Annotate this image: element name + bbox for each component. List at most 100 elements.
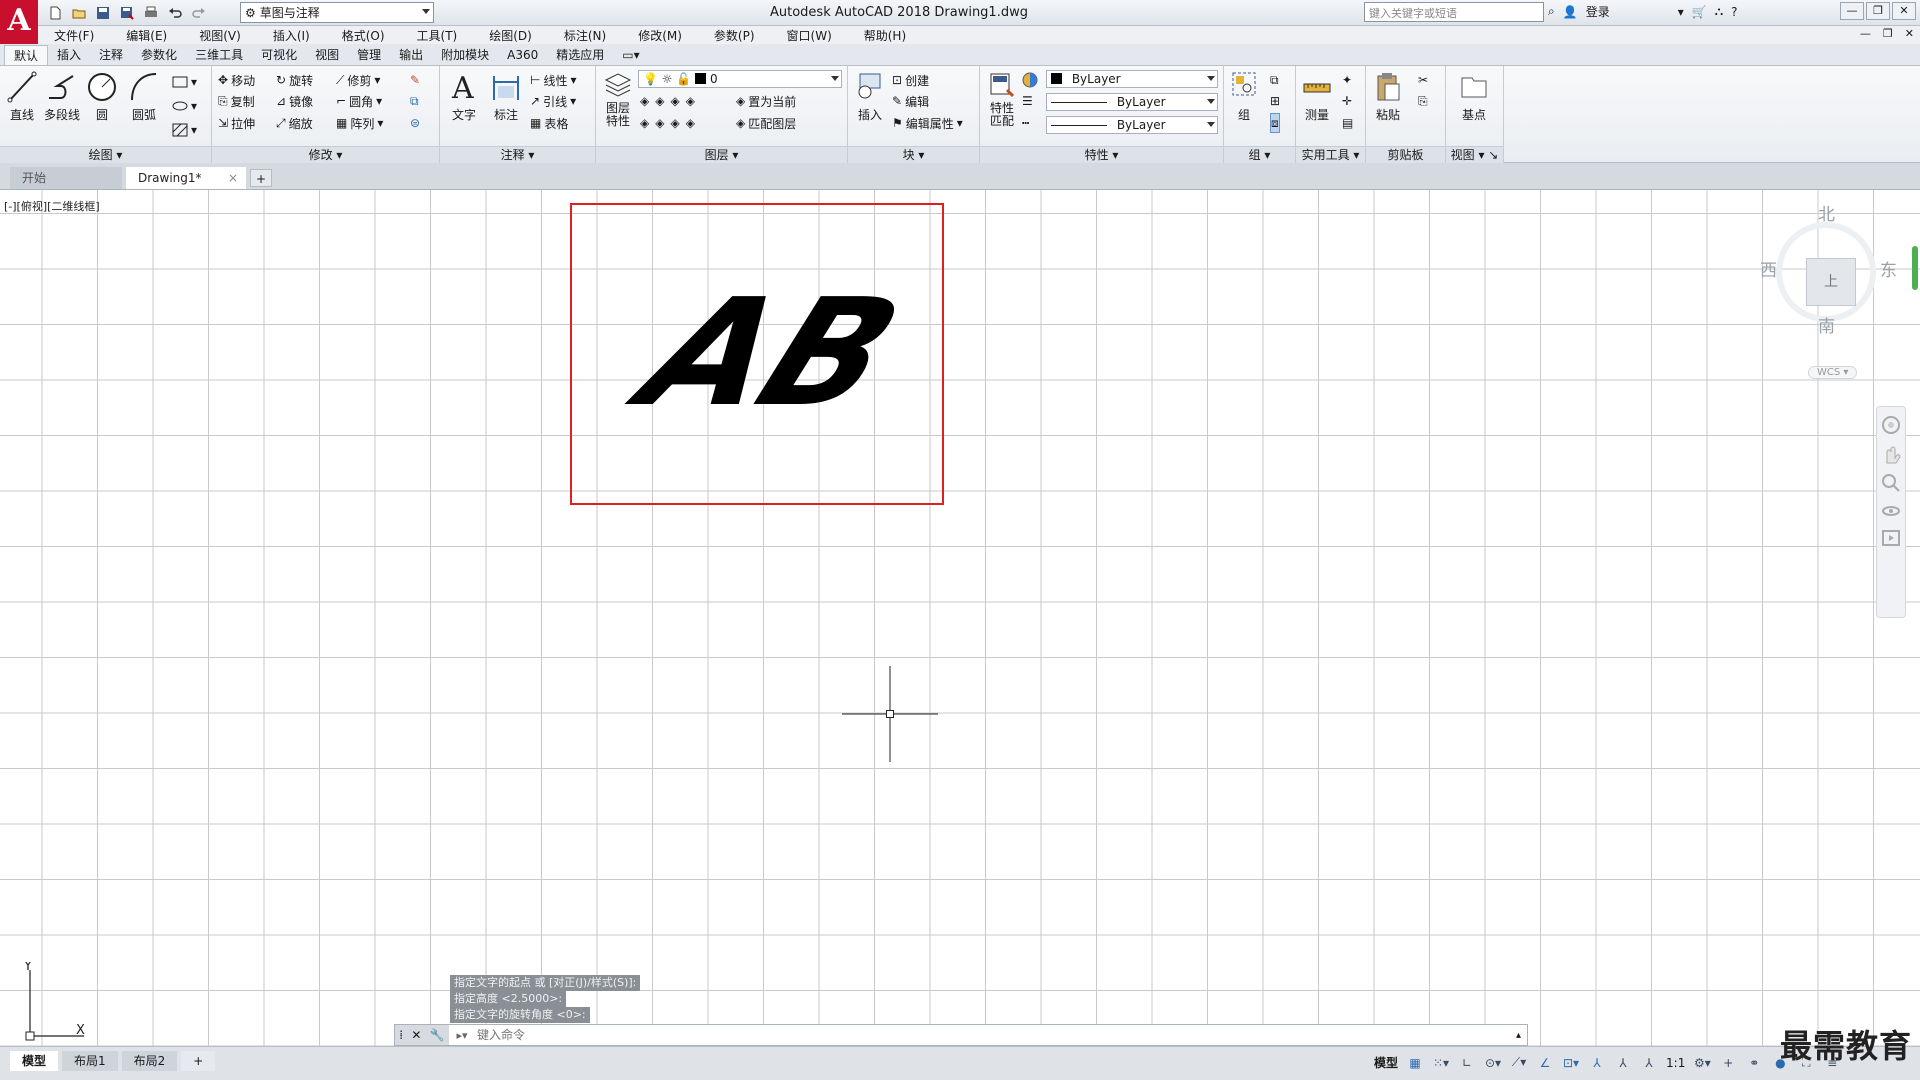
base-view-button[interactable]: 基点 [1454,70,1494,123]
color-wheel-icon[interactable] [1022,70,1038,90]
mirror-button[interactable]: ⊿ 镜像 [276,91,313,111]
create-block-button[interactable]: ⊡ 创建 [892,70,929,90]
save-icon[interactable] [94,4,112,22]
new-tab-button[interactable]: + [250,169,272,187]
edit-block-button[interactable]: ✎ 编辑 [892,91,929,111]
menu-edit[interactable]: 编辑(E) [110,27,183,44]
save-as-icon[interactable] [118,4,136,22]
binoculars-icon[interactable]: ⌕ [1548,4,1555,19]
quick-select-icon[interactable]: ✦ [1342,70,1352,90]
erase-button[interactable]: ✎ [410,70,420,90]
color-select[interactable]: ByLayer [1046,70,1218,88]
scale-button[interactable]: ⤢ 缩放 [276,113,313,133]
tab-addins[interactable]: 附加模块 [432,45,498,65]
trim-button[interactable]: ⟋ 修剪 ▾ [336,70,380,90]
search-input[interactable]: 键入关键字或短语 [1364,2,1544,22]
copy-clip-icon[interactable]: ⎘ [1418,91,1428,111]
doc-minimize-button[interactable]: — [1860,27,1871,40]
polar-icon[interactable]: ⊙▾ [1484,1055,1502,1071]
layer-lock-icon[interactable]: ◈ [686,94,695,108]
linear-dim-button[interactable]: ⊢ 线性 ▾ [530,70,577,90]
compass-west[interactable]: 西 [1760,256,1777,281]
login-button[interactable]: 登录 [1586,3,1610,20]
layer-off-icon[interactable]: ◈ [640,94,649,108]
viewcube-top-face[interactable]: 上 [1806,258,1856,306]
panel-block-title[interactable]: 块 ▾ [848,146,979,163]
tab-3d-tools[interactable]: 三维工具 [186,45,252,65]
tab-layout1[interactable]: 布局1 [62,1051,118,1071]
model-space-button[interactable]: 模型 [1374,1054,1398,1071]
pan-hand-icon[interactable] [1881,443,1901,465]
tab-start[interactable]: 开始 [10,167,122,189]
tab-insert[interactable]: 插入 [48,45,90,65]
redo-icon[interactable] [190,4,208,22]
steering-wheel-icon[interactable] [1881,415,1901,435]
line-tool-button[interactable]: 直线 [2,70,42,123]
move-button[interactable]: ✥ 移动 [218,70,255,90]
hatch-tool-button[interactable]: ▾ [172,120,197,140]
tab-a360[interactable]: A360 [498,45,547,65]
layer-unisolate-icon[interactable]: ◈ [655,116,664,130]
menu-dimension[interactable]: 标注(N) [548,27,622,44]
menu-tools[interactable]: 工具(T) [401,27,474,44]
auto-scale-icon[interactable]: ⅄ [1614,1055,1632,1071]
group-edit-icon[interactable]: ⊞ [1270,91,1280,111]
user-icon[interactable]: 👤 [1563,5,1578,19]
isodraft-icon[interactable]: ⟋▾ [1510,1055,1528,1071]
tab-annotate[interactable]: 注释 [90,45,132,65]
undo-icon[interactable] [166,4,184,22]
layer-isolate-icon[interactable]: ◈ [655,94,664,108]
lineweight-select[interactable]: ByLayer [1046,116,1218,134]
tab-layout2[interactable]: 布局2 [121,1051,178,1071]
menu-format[interactable]: 格式(O) [326,27,401,44]
orbit-icon[interactable] [1881,501,1901,521]
menu-window[interactable]: 窗口(W) [771,27,848,44]
grip-icon[interactable]: ⁞ [399,1028,403,1042]
panel-clipboard-title[interactable]: 剪贴板 [1366,146,1445,163]
menu-parametric[interactable]: 参数(P) [698,27,771,44]
tab-visualize[interactable]: 可视化 [252,45,306,65]
measure-button[interactable]: 测量 [1298,70,1336,123]
drawing-text[interactable]: AB [594,282,914,422]
tab-featured-apps[interactable]: 精选应用 [547,45,613,65]
panel-annotation-title[interactable]: 注释 ▾ [440,146,595,163]
close-tab-icon[interactable]: × [228,167,238,189]
annotation-scale-icon[interactable]: ⅄ [1640,1055,1658,1071]
tab-model[interactable]: 模型 [10,1051,59,1071]
tab-drawing1[interactable]: Drawing1* × [126,167,246,189]
linetype-icon[interactable]: ┅ [1022,113,1029,133]
compass-east[interactable]: 东 [1880,256,1897,281]
ortho-icon[interactable]: ∟ [1458,1055,1476,1071]
table-button[interactable]: ▦ 表格 [530,113,568,133]
ribbon-options-icon[interactable]: ▭▾ [613,45,648,65]
drawing-canvas[interactable]: [-][俯视][二维线框] AB 北 南 东 西 上 WCS ▾ Y X 指定文… [0,190,1920,1046]
wrench-icon[interactable]: 🔧 [430,1028,445,1042]
fillet-button[interactable]: ⌐ 圆角 ▾ [336,91,382,111]
group-button[interactable]: 组 [1226,70,1262,123]
group-select-toggle-icon[interactable]: ⧈ [1270,113,1280,133]
workspace-select[interactable]: ⚙ 草图与注释 [240,2,434,23]
command-input[interactable] [475,1027,1375,1043]
edit-attributes-button[interactable]: ⚑ 编辑属性 ▾ [892,113,963,133]
insert-block-button[interactable]: 插入 [850,70,890,123]
tab-manage[interactable]: 管理 [348,45,390,65]
workspace-gear-icon[interactable]: ⚙▾ [1693,1055,1711,1071]
object-snap-icon[interactable]: ⊡▾ [1562,1055,1580,1071]
command-prompt-icon[interactable]: ▸▾ [449,1029,475,1042]
doc-close-button[interactable]: ✕ [1905,27,1914,40]
snap-icon[interactable]: ⁙▾ [1432,1055,1450,1071]
wcs-menu[interactable]: WCS ▾ [1808,366,1858,379]
layer-freeze-icon[interactable]: ◈ [670,94,679,108]
calculator-icon[interactable]: ▤ [1342,113,1353,133]
new-file-icon[interactable] [46,4,64,22]
chevron-up-icon[interactable]: ▴ [1516,1030,1521,1041]
polyline-tool-button[interactable]: 多段线 [42,70,82,123]
close-button[interactable]: ✕ [1892,2,1916,20]
panel-utilities-title[interactable]: 实用工具 ▾ [1296,146,1365,163]
rotate-button[interactable]: ↻ 旋转 [276,70,313,90]
compass-north[interactable]: 北 [1818,200,1835,225]
paste-button[interactable]: 粘贴 [1368,70,1408,123]
menu-draw[interactable]: 绘图(D) [473,27,548,44]
tab-output[interactable]: 输出 [390,45,432,65]
lineweight-icon[interactable]: ☰ [1022,91,1033,111]
